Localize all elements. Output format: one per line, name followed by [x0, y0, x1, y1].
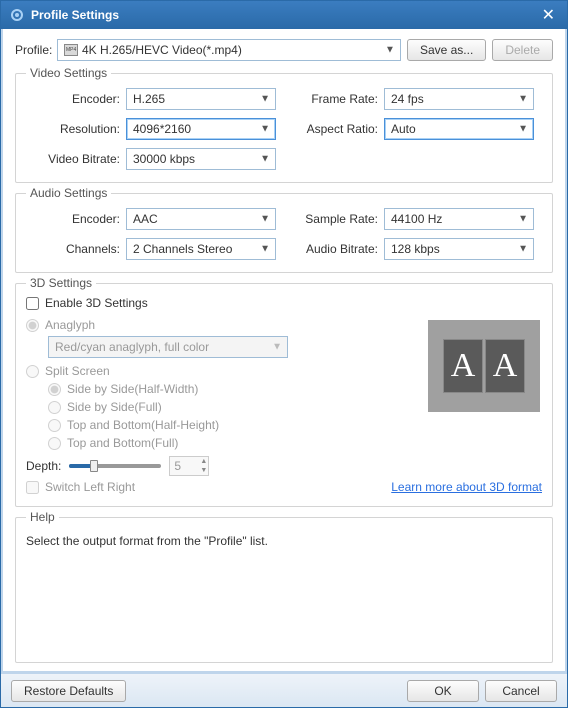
profile-row: Profile: 4K H.265/HEVC Video(*.mp4) ▼ Sa…	[15, 39, 553, 61]
chevron-down-icon: ▼	[518, 244, 528, 255]
mp4-icon	[64, 44, 78, 56]
gear-icon	[9, 7, 25, 23]
save-as-button[interactable]: Save as...	[407, 39, 486, 61]
enable-3d-checkbox[interactable]: Enable 3D Settings	[26, 296, 148, 310]
audio-settings-group: Audio Settings Encoder: AAC ▼ Sample Rat…	[15, 193, 553, 273]
sample-rate-label: Sample Rate:	[284, 212, 384, 226]
split-screen-radio-input	[26, 365, 39, 378]
chevron-down-icon: ▼	[385, 45, 395, 56]
frame-rate-select[interactable]: 24 fps ▼	[384, 88, 534, 110]
close-icon[interactable]: ✕	[538, 5, 559, 25]
chevron-down-icon: ▼	[518, 124, 528, 135]
switch-lr-checkbox: Switch Left Right	[26, 480, 135, 494]
depth-spinner: 5 ▲▼	[169, 456, 209, 476]
3d-settings-group: 3D Settings Enable 3D Settings Anaglyph …	[15, 283, 553, 507]
chevron-down-icon: ▼	[260, 214, 270, 225]
sample-rate-select[interactable]: 44100 Hz ▼	[384, 208, 534, 230]
restore-defaults-button[interactable]: Restore Defaults	[11, 680, 126, 702]
chevron-down-icon: ▼	[260, 154, 270, 165]
enable-3d-input[interactable]	[26, 297, 39, 310]
channels-select[interactable]: 2 Channels Stereo ▼	[126, 238, 276, 260]
cancel-button[interactable]: Cancel	[485, 680, 557, 702]
preview-a-left: A	[443, 339, 483, 393]
audio-encoder-select[interactable]: AAC ▼	[126, 208, 276, 230]
chevron-down-icon: ▼	[260, 124, 270, 135]
resolution-select[interactable]: 4096*2160 ▼	[126, 118, 276, 140]
audio-bitrate-label: Audio Bitrate:	[284, 242, 384, 256]
title-bar: Profile Settings ✕	[1, 1, 567, 29]
chevron-down-icon: ▼	[260, 244, 270, 255]
tb-full-radio: Top and Bottom(Full)	[48, 436, 542, 450]
channels-label: Channels:	[26, 242, 126, 256]
learn-more-3d-link[interactable]: Learn more about 3D format	[391, 480, 542, 494]
window-title: Profile Settings	[31, 8, 119, 22]
help-title: Help	[26, 510, 59, 524]
resolution-label: Resolution:	[26, 122, 126, 136]
slider-thumb[interactable]	[90, 460, 98, 472]
profile-label: Profile:	[15, 43, 51, 57]
anaglyph-select: Red/cyan anaglyph, full color ▼	[48, 336, 288, 358]
tb-half-radio: Top and Bottom(Half-Height)	[48, 418, 542, 432]
video-bitrate-label: Video Bitrate:	[26, 152, 126, 166]
video-encoder-select[interactable]: H.265 ▼	[126, 88, 276, 110]
chevron-down-icon: ▼	[272, 342, 282, 353]
profile-settings-window: Profile Settings ✕ Profile: 4K H.265/HEV…	[0, 0, 568, 708]
audio-settings-title: Audio Settings	[26, 186, 111, 200]
audio-bitrate-select[interactable]: 128 kbps ▼	[384, 238, 534, 260]
aspect-ratio-select[interactable]: Auto ▼	[384, 118, 534, 140]
ok-button[interactable]: OK	[407, 680, 479, 702]
spinner-arrows-icon: ▲▼	[200, 457, 207, 475]
frame-rate-label: Frame Rate:	[284, 92, 384, 106]
profile-value: 4K H.265/HEVC Video(*.mp4)	[82, 43, 242, 57]
chevron-down-icon: ▼	[518, 214, 528, 225]
depth-slider[interactable]	[69, 464, 161, 468]
3d-preview: A A	[428, 320, 540, 412]
audio-encoder-label: Encoder:	[26, 212, 126, 226]
3d-settings-title: 3D Settings	[26, 276, 96, 290]
aspect-ratio-label: Aspect Ratio:	[284, 122, 384, 136]
footer: Restore Defaults OK Cancel	[1, 673, 567, 707]
help-text: Select the output format from the "Profi…	[26, 534, 268, 548]
help-group: Help Select the output format from the "…	[15, 517, 553, 663]
delete-button: Delete	[492, 39, 553, 61]
content-area: Profile: 4K H.265/HEVC Video(*.mp4) ▼ Sa…	[1, 29, 567, 673]
profile-select[interactable]: 4K H.265/HEVC Video(*.mp4) ▼	[57, 39, 401, 61]
chevron-down-icon: ▼	[518, 94, 528, 105]
video-bitrate-select[interactable]: 30000 kbps ▼	[126, 148, 276, 170]
depth-label: Depth:	[26, 459, 61, 473]
video-settings-group: Video Settings Encoder: H.265 ▼ Frame Ra…	[15, 73, 553, 183]
preview-a-right: A	[485, 339, 525, 393]
video-settings-title: Video Settings	[26, 66, 111, 80]
chevron-down-icon: ▼	[260, 94, 270, 105]
depth-row: Depth: 5 ▲▼	[26, 456, 542, 476]
anaglyph-radio-input	[26, 319, 39, 332]
video-encoder-label: Encoder:	[26, 92, 126, 106]
